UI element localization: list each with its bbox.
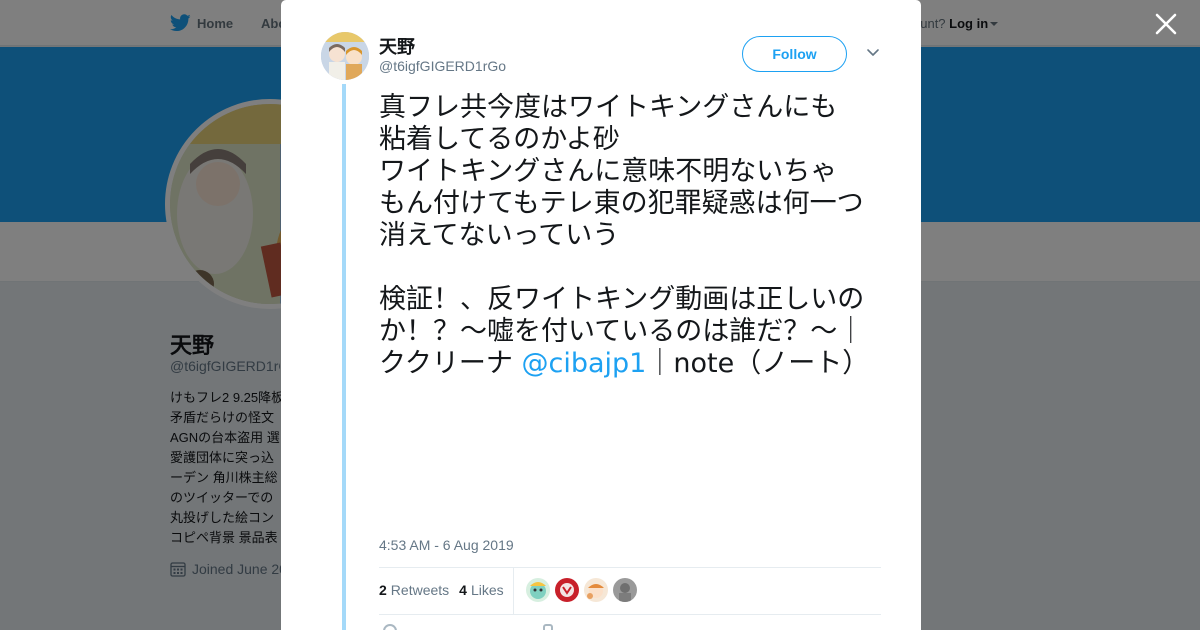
tweet-text-line: ワイトキングさんに意味不明ないちゃ	[379, 156, 838, 187]
thread-line	[342, 84, 346, 630]
tweet-text-line: 消えてないっていう	[379, 220, 620, 251]
chevron-down-icon	[867, 49, 879, 56]
liker-avatars	[526, 578, 642, 602]
likes-count: 4	[459, 582, 467, 598]
tweet-text-segment: ククリーナ	[379, 348, 522, 379]
follow-button[interactable]: Follow	[742, 36, 847, 72]
tweet-stats: 2 Retweets 4 Likes	[379, 582, 514, 598]
author-avatar-image	[321, 32, 369, 80]
stats-divider	[513, 568, 514, 614]
likes-stat[interactable]: 4 Likes	[459, 582, 503, 598]
divider	[379, 567, 881, 568]
likes-label: Likes	[470, 582, 504, 598]
tweet-text-line-last: ククリーナ @cibajp1｜note（ノート）	[379, 348, 889, 380]
tweet-text-blank	[379, 252, 889, 284]
tweet-text-line: 粘着してるのかよ砂	[379, 124, 620, 155]
tweet-text-line: 検証！、反ワイトキング動画は正しいの	[379, 284, 865, 315]
mention-link[interactable]: @cibajp1	[522, 348, 647, 379]
tweet-timestamp[interactable]: 4:53 AM - 6 Aug 2019	[379, 537, 514, 553]
retweets-count: 2	[379, 582, 387, 598]
tweet-text-line: もん付けてもテレ東の犯罪疑惑は何一つ	[379, 188, 864, 219]
tweet-text-line: か！？～嘘を付いているのは誰だ？～｜	[379, 316, 865, 347]
tweet-options-button[interactable]	[866, 48, 880, 60]
tweet-author-handle[interactable]: @t6igfGIGERD1rGo	[379, 58, 506, 74]
close-icon	[1155, 13, 1177, 35]
tweet-author-avatar[interactable]	[321, 32, 369, 80]
liker-avatar[interactable]	[584, 578, 608, 602]
tweet-text-segment: ｜note（ノート）	[646, 348, 870, 379]
close-button[interactable]	[1154, 12, 1178, 36]
liker-avatar[interactable]	[613, 578, 637, 602]
liker-avatar[interactable]	[555, 578, 579, 602]
reply-icon[interactable]	[383, 624, 397, 630]
tweet-text-line: 真フレ共今度はワイトキングさんにも	[379, 92, 838, 123]
retweets-label: Retweets	[390, 582, 450, 598]
retweets-stat[interactable]: 2 Retweets	[379, 582, 449, 598]
retweet-icon[interactable]	[543, 624, 553, 630]
divider	[379, 614, 881, 615]
tweet-author-name[interactable]: 天野	[379, 33, 415, 59]
liker-avatar[interactable]	[526, 578, 550, 602]
tweet-modal: 天野 @t6igfGIGERD1rGo Follow 真フレ共今度はワイトキング…	[281, 0, 921, 630]
tweet-text: 真フレ共今度はワイトキングさんにも 粘着してるのかよ砂 ワイトキングさんに意味不…	[379, 92, 889, 380]
